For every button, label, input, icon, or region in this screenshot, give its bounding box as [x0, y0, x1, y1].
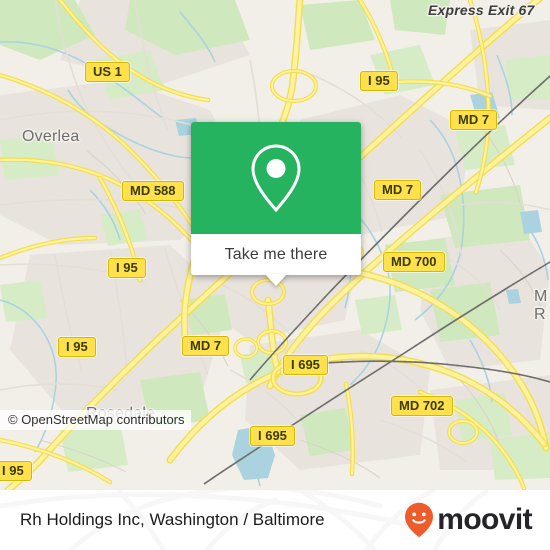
take-me-there-button[interactable]: Take me there: [191, 234, 361, 286]
route-shield-md-7-s[interactable]: MD 7: [182, 336, 230, 356]
route-shield-md-702[interactable]: MD 702: [391, 396, 453, 416]
route-shield-i-95-s[interactable]: I 95: [58, 337, 96, 357]
moovit-pin-smiley-icon: [405, 502, 434, 538]
route-shield-i-95-c[interactable]: I 95: [108, 258, 146, 278]
route-shield-md-7-c[interactable]: MD 7: [374, 180, 422, 200]
callout-pointer: [265, 274, 287, 286]
location-callout-card[interactable]: Take me there: [191, 122, 361, 286]
moovit-wordmark: moovit: [437, 503, 532, 536]
route-shield-i-695-s[interactable]: I 695: [250, 426, 295, 446]
route-shield-i-95-n[interactable]: I 95: [360, 71, 398, 91]
route-shield-us-1[interactable]: US 1: [85, 62, 130, 82]
map-canvas[interactable]: .land { fill:#f2efe9; } .resid { fill:#e…: [0, 0, 550, 490]
take-me-there-label: Take me there: [224, 245, 328, 263]
footer-bar: Rh Holdings Inc, Washington / Baltimore …: [0, 490, 550, 550]
map-pin-icon: [251, 144, 301, 213]
route-shield-md-700[interactable]: MD 700: [383, 252, 445, 272]
route-shield-i-695-n[interactable]: I 695: [283, 355, 328, 375]
route-shield-i-95-sw[interactable]: I 95: [0, 461, 32, 481]
location-title: Rh Holdings Inc, Washington / Baltimore: [20, 510, 325, 529]
moovit-location-screenshot: .land { fill:#f2efe9; } .resid { fill:#e…: [0, 0, 550, 550]
moovit-logo[interactable]: moovit: [404, 502, 533, 538]
map-attribution[interactable]: © OpenStreetMap contributors: [0, 410, 191, 430]
card-image-area: [191, 122, 361, 234]
route-shield-md-588[interactable]: MD 588: [122, 181, 184, 201]
route-shield-md-7-n[interactable]: MD 7: [450, 110, 498, 130]
